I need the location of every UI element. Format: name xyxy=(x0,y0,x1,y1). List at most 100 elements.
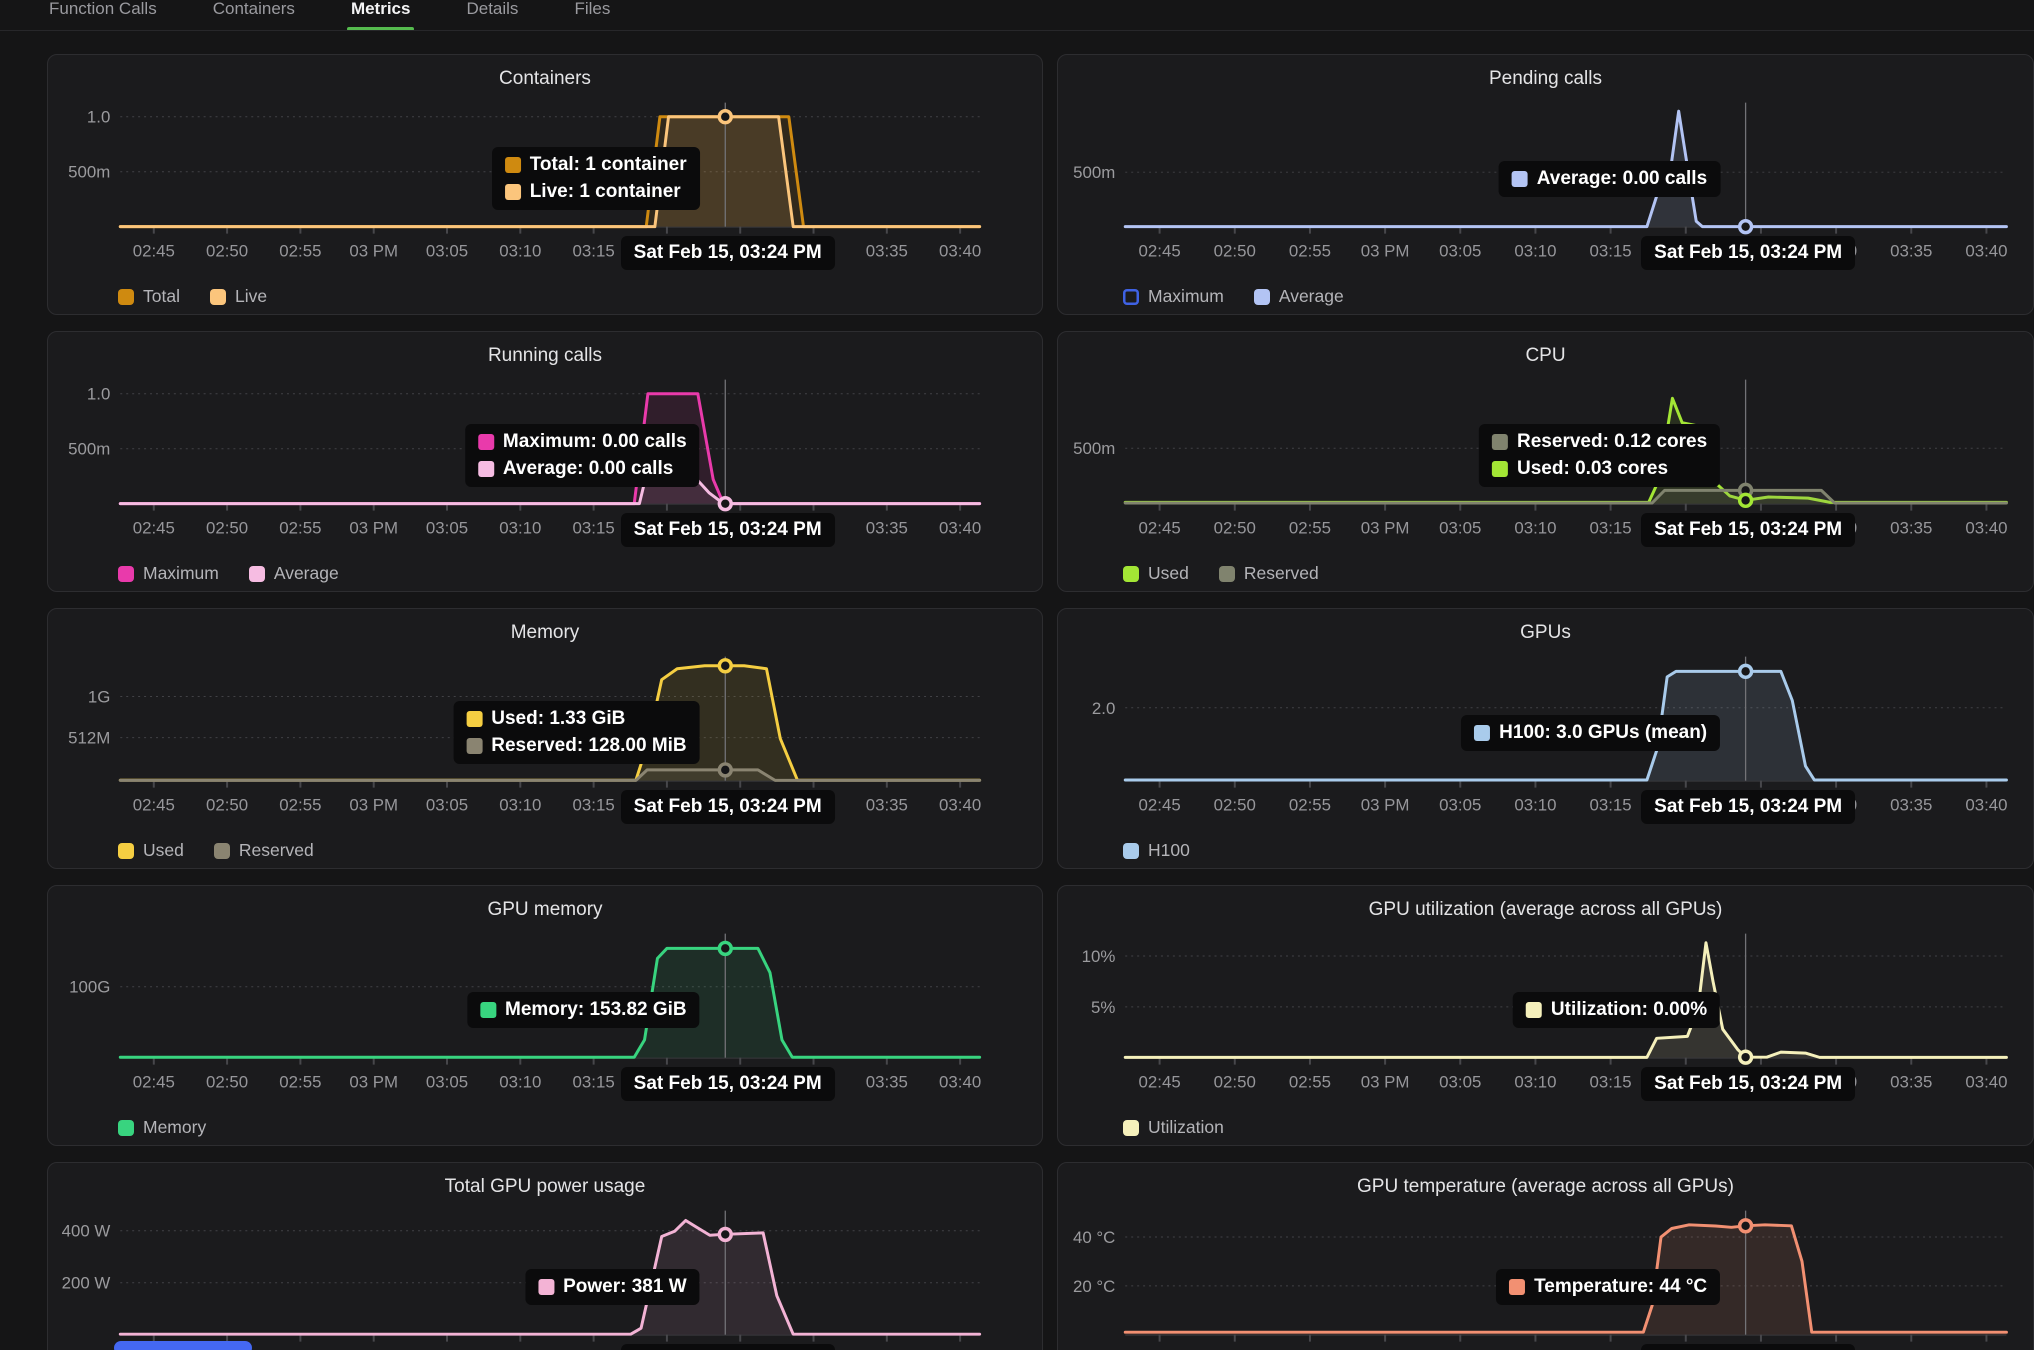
legend-swatch xyxy=(118,566,134,582)
x-tick-label: 03 PM xyxy=(349,795,398,814)
legend-item-used[interactable]: Used xyxy=(1123,563,1189,584)
x-tick-label: 02:45 xyxy=(1139,241,1181,260)
legend-item-memory[interactable]: Memory xyxy=(118,1117,206,1138)
x-tick-label: 02:55 xyxy=(1289,241,1331,260)
tooltip-text: Average: 0.00 calls xyxy=(1537,168,1707,190)
x-tick-label: 02:50 xyxy=(1214,1072,1256,1091)
y-tick-label: 500m xyxy=(68,163,110,182)
x-tick-label: 03:10 xyxy=(1514,1072,1556,1091)
x-tick-label: 03:35 xyxy=(866,518,908,537)
legend-label: Used xyxy=(143,840,184,861)
x-tick-label: 03:35 xyxy=(1890,795,1932,814)
legend-label: Average xyxy=(274,563,339,584)
chart-panel-containers: Containers1.0500m02:4502:5002:5503 PM03:… xyxy=(47,54,1043,315)
date-tooltip: Sat Feb 15, 03:24 PM xyxy=(1641,1344,1855,1350)
tab-containers[interactable]: Containers xyxy=(211,0,297,31)
legend-item-maximum[interactable]: Maximum xyxy=(118,563,219,584)
hover-marker-ring xyxy=(719,1228,731,1240)
legend-item-total[interactable]: Total xyxy=(118,286,180,307)
legend-gpu-memory: Memory xyxy=(118,1117,206,1138)
date-tooltip: Sat Feb 15, 03:24 PM xyxy=(621,513,835,547)
tooltip-row: H100: 3.0 GPUs (mean) xyxy=(1474,722,1707,744)
x-tick-label: 03:40 xyxy=(1965,518,2007,537)
series-tooltip-containers: Total: 1 containerLive: 1 container xyxy=(492,147,700,210)
x-tick-label: 03:35 xyxy=(1890,518,1932,537)
tooltip-text: Temperature: 44 °C xyxy=(1534,1276,1707,1298)
x-tick-label: 02:55 xyxy=(1289,795,1331,814)
series-tooltip-cpu: Reserved: 0.12 coresUsed: 0.03 cores xyxy=(1479,424,1720,487)
legend-label: Used xyxy=(1148,563,1189,584)
y-tick-label: 500m xyxy=(1073,439,1115,458)
bottom-left-blue-button[interactable] xyxy=(114,1341,252,1350)
legend-swatch xyxy=(214,843,230,859)
x-tick-label: 02:50 xyxy=(206,518,248,537)
chart-panel-gpu-temperature: GPU temperature (average across all GPUs… xyxy=(1057,1162,2034,1350)
x-tick-label: 03:35 xyxy=(1890,1072,1932,1091)
hover-marker-ring xyxy=(719,764,731,776)
legend-swatch xyxy=(1219,566,1235,582)
legend-item-reserved[interactable]: Reserved xyxy=(214,840,314,861)
tooltip-swatch xyxy=(1474,725,1490,741)
tooltip-row: Memory: 153.82 GiB xyxy=(480,999,687,1021)
tab-files[interactable]: Files xyxy=(572,0,612,31)
legend-item-average[interactable]: Average xyxy=(1254,286,1344,307)
tooltip-row: Temperature: 44 °C xyxy=(1509,1276,1707,1298)
y-tick-label: 5% xyxy=(1091,998,1115,1017)
legend-item-maximum[interactable]: Maximum xyxy=(1123,286,1224,307)
legend-item-reserved[interactable]: Reserved xyxy=(1219,563,1319,584)
tooltip-swatch xyxy=(480,1002,496,1018)
tooltip-row: Reserved: 0.12 cores xyxy=(1492,431,1707,453)
x-tick-label: 03:05 xyxy=(1439,518,1481,537)
x-tick-label: 02:50 xyxy=(1214,241,1256,260)
tooltip-swatch xyxy=(1509,1279,1525,1295)
hover-marker-ring xyxy=(1740,221,1752,233)
y-tick-label: 10% xyxy=(1082,947,1116,966)
legend-item-live[interactable]: Live xyxy=(210,286,267,307)
legend-swatch xyxy=(1123,566,1139,582)
tooltip-swatch xyxy=(505,157,521,173)
legend-swatch xyxy=(1254,289,1270,305)
y-tick-label: 1.0 xyxy=(87,385,110,404)
legend-cpu: Used Reserved xyxy=(1123,563,1319,584)
chart-panel-pending-calls: Pending calls500m02:4502:5002:5503 PM03:… xyxy=(1057,54,2034,315)
x-tick-label: 03:05 xyxy=(1439,1072,1481,1091)
hover-marker-ring xyxy=(1740,1051,1752,1063)
x-tick-label: 02:45 xyxy=(1139,795,1181,814)
tooltip-text: Power: 381 W xyxy=(563,1276,687,1298)
chart-panel-gpu-memory: GPU memory100G02:4502:5002:5503 PM03:050… xyxy=(47,885,1043,1146)
chart-panel-gpu-power: Total GPU power usage400 W200 W02:4502:5… xyxy=(47,1162,1043,1350)
x-tick-label: 03:40 xyxy=(939,518,981,537)
tab-bar: Function Calls Containers Metrics Details Fi… xyxy=(0,0,2034,31)
date-tooltip: Sat Feb 15, 03:24 PM xyxy=(621,1067,835,1101)
hover-marker-ring xyxy=(719,498,731,510)
legend-item-h100[interactable]: H100 xyxy=(1123,840,1190,861)
tooltip-row: Average: 0.00 calls xyxy=(1512,168,1707,190)
legend-label: Utilization xyxy=(1148,1117,1224,1138)
tab-details[interactable]: Details xyxy=(464,0,520,31)
x-tick-label: 03:40 xyxy=(939,795,981,814)
x-tick-label: 02:50 xyxy=(206,1072,248,1091)
tooltip-row: Used: 1.33 GiB xyxy=(466,708,686,730)
tab-function-calls[interactable]: Function Calls xyxy=(47,0,159,31)
legend-item-utilization[interactable]: Utilization xyxy=(1123,1117,1224,1138)
legend-label: Reserved xyxy=(1244,563,1319,584)
chart-plot-gpu-power[interactable]: 400 W200 W02:4502:5002:5503 PM03:0503:10… xyxy=(48,1163,1042,1350)
legend-item-used[interactable]: Used xyxy=(118,840,184,861)
tooltip-text: Reserved: 0.12 cores xyxy=(1517,431,1707,453)
x-tick-label: 02:50 xyxy=(206,241,248,260)
chart-panel-memory: Memory1G512M02:4502:5002:5503 PM03:0503:… xyxy=(47,608,1043,869)
tooltip-text: Reserved: 128.00 MiB xyxy=(491,735,686,757)
tooltip-row: Live: 1 container xyxy=(505,181,687,203)
legend-swatch xyxy=(249,566,265,582)
x-tick-label: 02:55 xyxy=(279,795,321,814)
legend-gpus: H100 xyxy=(1123,840,1190,861)
x-tick-label: 03:40 xyxy=(1965,1072,2007,1091)
chart-plot-gpu-temperature[interactable]: 40 °C20 °C02:4502:5002:5503 PM03:0503:10… xyxy=(1058,1163,2033,1350)
legend-item-average[interactable]: Average xyxy=(249,563,339,584)
x-tick-label: 03:15 xyxy=(1590,795,1632,814)
x-tick-label: 03 PM xyxy=(1361,241,1410,260)
x-tick-label: 03:10 xyxy=(499,518,541,537)
legend-pending-calls: Maximum Average xyxy=(1123,286,1344,307)
tab-metrics[interactable]: Metrics xyxy=(349,0,413,31)
x-tick-label: 02:55 xyxy=(279,241,321,260)
